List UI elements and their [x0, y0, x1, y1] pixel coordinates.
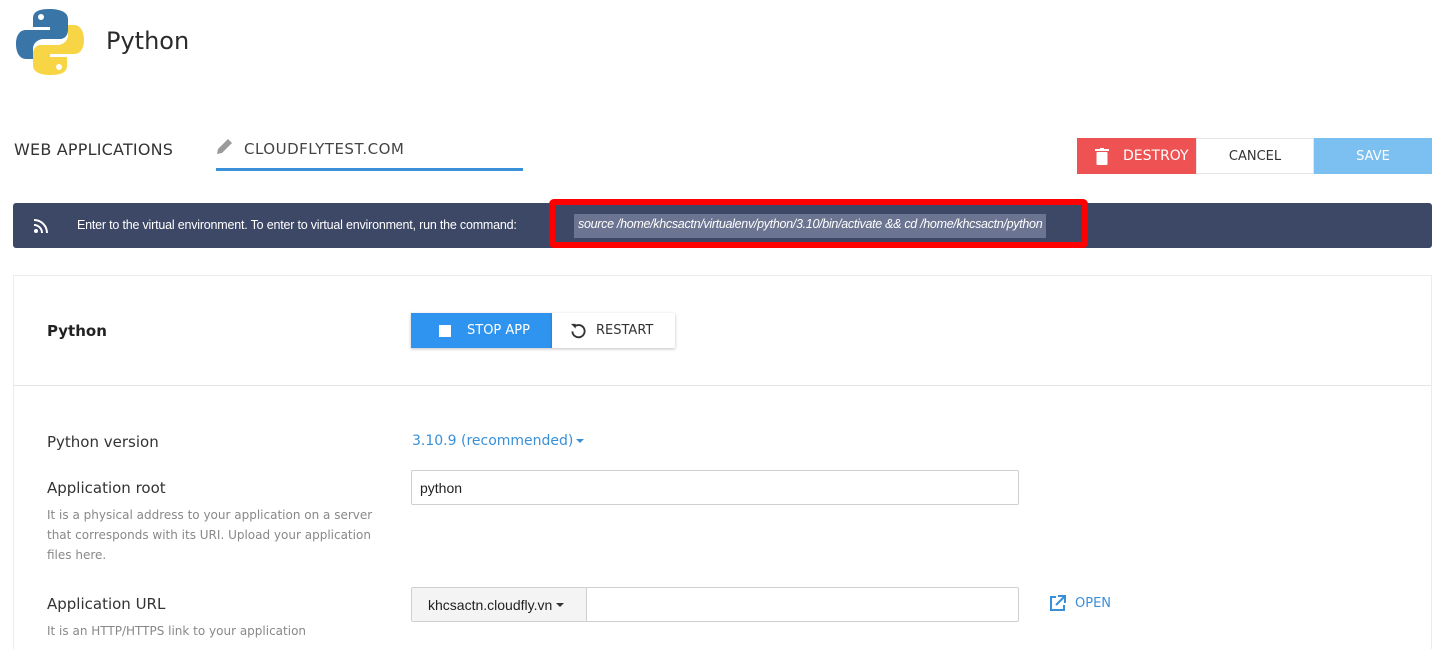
app-settings-panel: Python STOP APP RESTART Python version 3… [13, 275, 1432, 649]
application-url-group: khcsactn.cloudfly.vn [411, 587, 1019, 622]
url-domain-value: khcsactn.cloudfly.vn [428, 596, 553, 613]
trash-icon [1095, 147, 1109, 165]
stop-app-label: STOP APP [467, 323, 530, 338]
panel-title: Python [47, 322, 107, 340]
caret-down-icon [576, 439, 585, 443]
restart-button[interactable]: RESTART [552, 313, 675, 348]
breadcrumb-web-applications[interactable]: WEB APPLICATIONS [14, 140, 173, 159]
application-url-label: Application URL [47, 595, 166, 613]
save-button[interactable]: SAVE [1314, 138, 1432, 174]
application-url-hint: It is an HTTP/HTTPS link to your applica… [47, 624, 307, 638]
stop-app-button[interactable]: STOP APP [411, 313, 552, 348]
application-root-hint: It is a physical address to your applica… [47, 508, 373, 562]
rss-icon [34, 219, 48, 233]
application-root-label: Application root [47, 479, 166, 497]
application-root-input[interactable] [411, 470, 1019, 505]
domain-tab[interactable]: CLOUDFLYTEST.COM [216, 132, 523, 171]
python-version-value: 3.10.9 (recommended) [412, 433, 574, 449]
app-title: Python [106, 27, 190, 55]
cancel-button[interactable]: CANCEL [1196, 138, 1314, 174]
python-version-label: Python version [47, 433, 159, 451]
stop-icon [439, 324, 451, 337]
restart-icon [570, 323, 586, 339]
python-logo-icon [16, 9, 84, 75]
pencil-icon [217, 139, 232, 154]
destroy-label: DESTROY [1123, 148, 1189, 164]
open-url-link[interactable]: OPEN [1049, 595, 1111, 612]
url-path-input[interactable] [588, 588, 1018, 621]
domain-label: CLOUDFLYTEST.COM [244, 140, 405, 158]
url-domain-dropdown[interactable]: khcsactn.cloudfly.vn [412, 588, 587, 621]
notice-message: Enter to the virtual environment. To ent… [77, 218, 517, 232]
external-link-icon [1050, 595, 1066, 611]
caret-down-icon [556, 602, 565, 607]
destroy-button[interactable]: DESTROY [1077, 138, 1196, 174]
panel-divider [14, 385, 1431, 386]
python-version-dropdown[interactable]: 3.10.9 (recommended) [412, 433, 585, 449]
open-label: OPEN [1075, 596, 1112, 611]
command-highlight-box [549, 199, 1088, 248]
restart-label: RESTART [596, 323, 654, 338]
